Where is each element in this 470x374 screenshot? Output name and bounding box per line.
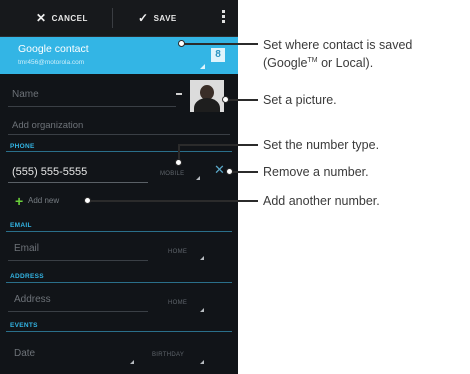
annotation-add: Add another number. bbox=[263, 194, 380, 208]
date-field[interactable]: Date bbox=[14, 348, 35, 359]
check-icon: ✓ bbox=[138, 11, 149, 25]
phone-number-field[interactable]: (555) 555-5555 bbox=[12, 166, 87, 178]
trademark-mark: TM bbox=[307, 57, 318, 64]
phone-type-dropdown-icon bbox=[196, 176, 200, 180]
email-type-dropdown-icon bbox=[200, 256, 204, 260]
phone-underline bbox=[8, 182, 148, 183]
date-type-dropdown-icon bbox=[200, 360, 204, 364]
annotation-account: Set where contact is saved (GoogleTM or … bbox=[263, 37, 412, 71]
date-type-selector[interactable]: BIRTHDAY bbox=[152, 352, 184, 358]
annotation-number-type: Set the number type. bbox=[263, 138, 380, 152]
organization-field[interactable]: Add organization bbox=[12, 120, 83, 131]
email-field[interactable]: Email bbox=[14, 243, 39, 254]
add-new-button[interactable]: Add new bbox=[28, 196, 59, 205]
contact-picture[interactable] bbox=[190, 80, 224, 112]
dropdown-indicator-icon bbox=[200, 64, 205, 69]
save-button[interactable]: ✓ SAVE bbox=[138, 12, 177, 24]
annotation-account-line1: Set where contact is saved bbox=[263, 38, 413, 52]
add-icon[interactable]: + bbox=[15, 193, 23, 209]
callout-vline-type bbox=[178, 145, 180, 159]
annotation-account-line2a: (Google bbox=[263, 56, 308, 71]
annotation-account-line2b: or Local). bbox=[317, 56, 374, 71]
callout-line-remove bbox=[232, 171, 258, 173]
email-section-header: EMAIL bbox=[10, 222, 32, 229]
annotation-picture: Set a picture. bbox=[263, 93, 337, 107]
action-divider bbox=[112, 8, 113, 28]
collapse-name-icon[interactable] bbox=[176, 93, 182, 95]
address-type-dropdown-icon bbox=[200, 308, 204, 312]
email-section-divider bbox=[6, 231, 232, 232]
remove-number-icon[interactable]: ✕ bbox=[214, 162, 225, 178]
address-field[interactable]: Address bbox=[14, 294, 51, 305]
cancel-button[interactable]: ✕ CANCEL bbox=[36, 12, 88, 24]
address-type-selector[interactable]: HOME bbox=[168, 300, 187, 306]
phone-section-divider bbox=[6, 151, 232, 152]
annotation-account-line2: (GoogleTM or Local). bbox=[263, 53, 412, 71]
name-underline bbox=[8, 106, 176, 107]
callout-line-type bbox=[178, 144, 258, 146]
callout-line-add bbox=[90, 200, 258, 202]
account-email: tmr456@motorola.com bbox=[18, 59, 85, 66]
action-bar: ✕ CANCEL ✓ SAVE bbox=[0, 0, 238, 37]
date-picker-icon[interactable] bbox=[130, 360, 134, 364]
address-section-divider bbox=[6, 282, 232, 283]
overflow-menu-icon[interactable] bbox=[222, 10, 225, 23]
phone-type-selector[interactable]: MOBILE bbox=[160, 171, 184, 177]
avatar-body bbox=[194, 98, 220, 112]
events-section-header: EVENTS bbox=[10, 322, 38, 329]
annotation-remove: Remove a number. bbox=[263, 165, 369, 179]
name-field[interactable]: Name bbox=[12, 89, 39, 100]
callout-dot-type bbox=[175, 159, 182, 166]
email-underline bbox=[8, 260, 148, 261]
google-account-icon: 8 bbox=[211, 48, 225, 62]
callout-line-picture bbox=[228, 99, 258, 101]
address-section-header: ADDRESS bbox=[10, 273, 44, 280]
phone-section-header: PHONE bbox=[10, 143, 35, 150]
save-label: SAVE bbox=[153, 13, 177, 23]
cancel-label: CANCEL bbox=[51, 13, 88, 23]
events-section-divider bbox=[6, 331, 232, 332]
email-type-selector[interactable]: HOME bbox=[168, 249, 187, 255]
close-icon: ✕ bbox=[36, 11, 47, 25]
callout-line-account bbox=[184, 43, 258, 45]
organization-underline bbox=[8, 134, 230, 135]
phone-screen: ✕ CANCEL ✓ SAVE Google contact tmr456@mo… bbox=[0, 0, 238, 374]
address-underline bbox=[8, 311, 148, 312]
account-title: Google contact bbox=[18, 43, 89, 55]
